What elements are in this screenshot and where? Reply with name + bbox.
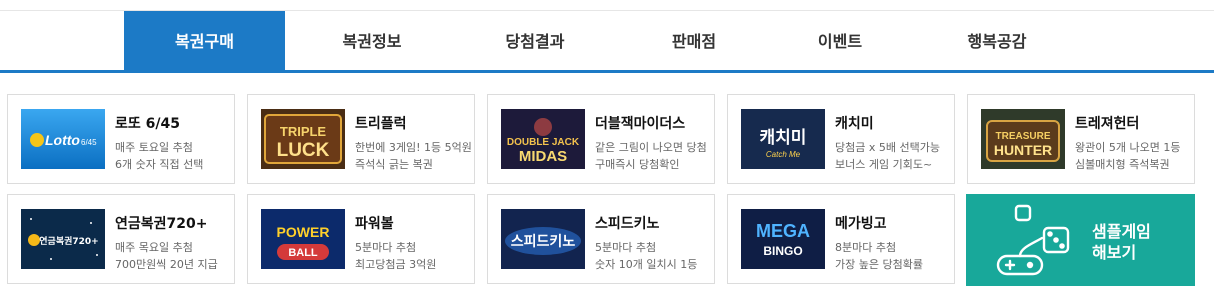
speed-keno-logo: 스피드키노	[501, 209, 585, 269]
game-title: 트리플럭	[355, 116, 407, 132]
svg-text:Lotto: Lotto	[45, 132, 80, 148]
gamepad-dice-icon	[986, 204, 1076, 280]
sample-line1: 샘플게임	[1092, 222, 1151, 241]
nav-underline	[0, 70, 1214, 73]
game-title: 더블잭마이더스	[595, 116, 686, 132]
catch-me-logo-top: 캐치미	[760, 128, 807, 148]
game-card-catch-me[interactable]: 캐치미 Catch Me 캐치미 당첨금 x 5배 선택가능 보너스 게임 기회…	[727, 94, 955, 184]
nav-tab-lottery-info[interactable]: 복권정보	[292, 11, 452, 73]
pension720-logo-text: 연금복권720+	[39, 235, 98, 247]
top-bar	[0, 0, 1214, 10]
game-desc-line2: 숫자 10개 일치시 1등	[595, 258, 698, 271]
main-navigation: 복권구매 복권정보 당첨결과 판매점 이벤트 행복공감	[0, 10, 1214, 73]
game-desc-line2: 가장 높은 당첨확률	[835, 258, 923, 271]
triple-luck-logo-top: TRIPLE	[280, 124, 327, 139]
sample-game-button[interactable]: 샘플게임 해보기	[966, 194, 1195, 286]
catch-me-logo-bottom: Catch Me	[766, 150, 801, 159]
game-desc-line1: 당첨금 x 5배 선택가능	[835, 141, 940, 154]
nav-tab-winning-results[interactable]: 당첨결과	[455, 11, 615, 73]
game-card-double-jack-midas[interactable]: DOUBLE JACK MIDAS 더블잭마이더스 같은 그림이 나오면 당첨 …	[487, 94, 715, 184]
game-desc-line1: 매주 목요일 추첨	[115, 241, 193, 254]
game-card-powerball[interactable]: POWER BALL 파워볼 5분마다 추첨 최고당첨금 3억원	[247, 194, 475, 284]
game-card-mega-bingo[interactable]: MEGA BINGO 메가빙고 8분마다 추첨 가장 높은 당첨확률	[727, 194, 955, 284]
game-desc-line1: 5분마다 추첨	[355, 241, 417, 254]
game-card-treasure-hunter[interactable]: TREASURE HUNTER 트레져헌터 왕관이 5개 나오면 1등 심볼매치…	[967, 94, 1195, 184]
game-title: 파워볼	[355, 216, 394, 232]
nav-tab-happy-share[interactable]: 행복공감	[917, 11, 1077, 73]
powerball-logo: POWER BALL	[261, 209, 345, 269]
game-desc-line2: 6개 숫자 직접 선택	[115, 158, 204, 171]
powerball-logo-top: POWER	[277, 224, 330, 240]
game-title: 캐치미	[835, 116, 874, 132]
nav-tab-events[interactable]: 이벤트	[760, 11, 920, 73]
speed-keno-logo-text: 스피드키노	[511, 234, 576, 250]
game-title: 연금복권720+	[115, 216, 208, 232]
treasure-logo-bottom: HUNTER	[994, 142, 1052, 158]
game-desc-line2: 최고당첨금 3억원	[355, 258, 437, 271]
game-title: 메가빙고	[835, 216, 887, 232]
game-card-speed-keno[interactable]: 스피드키노 스피드키노 5분마다 추첨 숫자 10개 일치시 1등	[487, 194, 715, 284]
pension720-logo: 연금복권720+	[21, 209, 105, 269]
game-title: 로또 6/45	[115, 116, 180, 132]
svg-text:6/45: 6/45	[81, 138, 97, 147]
midas-logo-top: DOUBLE JACK	[507, 137, 580, 148]
game-card-lotto645[interactable]: Lotto 6/45 로또 6/45 매주 토요일 추첨 6개 숫자 직접 선택	[7, 94, 235, 184]
game-desc-line2: 700만원씩 20년 지급	[115, 258, 218, 271]
mega-bingo-logo: MEGA BINGO	[741, 209, 825, 269]
game-desc-line1: 한번에 3게임! 1등 5억원	[355, 141, 472, 154]
lotto645-logo: Lotto 6/45	[21, 109, 105, 169]
game-card-triple-luck[interactable]: TRIPLE LUCK 트리플럭 한번에 3게임! 1등 5억원 즉석식 긁는 …	[247, 94, 475, 184]
triple-luck-logo: TRIPLE LUCK	[261, 109, 345, 169]
game-desc-line1: 왕관이 5개 나오면 1등	[1075, 141, 1181, 154]
mega-logo-bottom: BINGO	[763, 244, 802, 258]
sample-line2: 해보기	[1092, 243, 1137, 262]
midas-logo-bottom: MIDAS	[519, 148, 567, 165]
game-title: 스피드키노	[595, 216, 660, 232]
game-desc-line1: 같은 그림이 나오면 당첨	[595, 141, 707, 154]
game-desc-line1: 8분마다 추첨	[835, 241, 897, 254]
game-desc-line1: 매주 토요일 추첨	[115, 141, 193, 154]
game-desc-line1: 5분마다 추첨	[595, 241, 657, 254]
catch-me-logo: 캐치미 Catch Me	[741, 109, 825, 169]
powerball-logo-bottom: BALL	[288, 247, 318, 259]
game-desc-line2: 보너스 게임 기회도~	[835, 158, 933, 171]
game-desc-line2: 구매즉시 당첨확인	[595, 158, 680, 171]
double-jack-midas-logo: DOUBLE JACK MIDAS	[501, 109, 585, 169]
treasure-hunter-logo: TREASURE HUNTER	[981, 109, 1065, 169]
mega-logo-top: MEGA	[756, 221, 810, 241]
nav-tab-lottery-purchase[interactable]: 복권구매	[124, 11, 285, 73]
nav-tab-retailers[interactable]: 판매점	[614, 11, 774, 73]
game-desc-line2: 즉석식 긁는 복권	[355, 158, 433, 171]
triple-luck-logo-bottom: LUCK	[277, 140, 330, 161]
game-title: 트레져헌터	[1075, 116, 1140, 132]
game-card-pension720[interactable]: 연금복권720+ 연금복권720+ 매주 목요일 추첨 700만원씩 20년 지…	[7, 194, 235, 284]
game-desc-line2: 심볼매치형 즉석복권	[1075, 158, 1170, 171]
treasure-logo-top: TREASURE	[995, 131, 1050, 142]
